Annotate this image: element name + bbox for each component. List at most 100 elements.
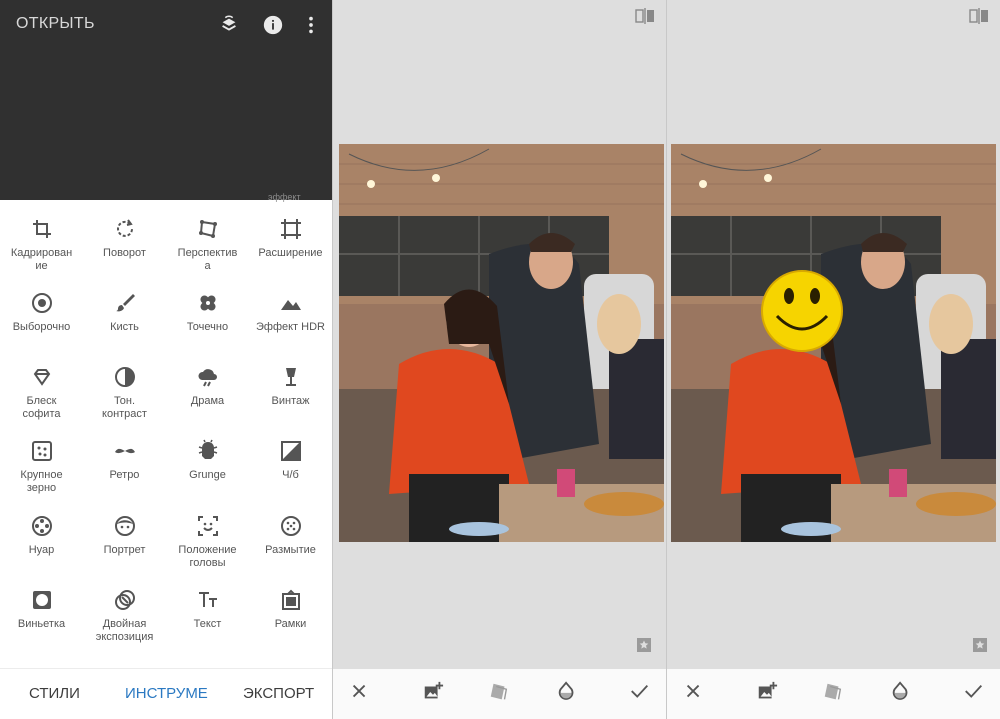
tool-item[interactable]: Кисть — [83, 278, 166, 348]
tools-panel: ОТКРЫТЬ эффект Кадрирован ие Поворот Персп… — [0, 0, 332, 719]
brush-icon — [83, 291, 166, 315]
tool-item[interactable]: Портрет — [83, 501, 166, 571]
droplet-icon[interactable] — [890, 681, 912, 703]
selective-icon — [0, 291, 83, 315]
close-icon[interactable] — [349, 681, 371, 703]
tool-label: Размытие — [265, 544, 316, 556]
tool-item[interactable]: Двойная экспозиция — [83, 575, 166, 645]
tool-label: Перспектив а — [177, 247, 238, 272]
tool-item[interactable]: Винтаж — [249, 352, 332, 422]
more-vert-icon[interactable] — [300, 14, 322, 36]
tool-item[interactable]: Рамки — [249, 575, 332, 645]
compare-icon[interactable] — [969, 8, 989, 24]
tool-item[interactable]: Выборочно — [0, 278, 83, 348]
bookmark-star-icon[interactable] — [972, 637, 988, 653]
tool-item[interactable]: Тон. контраст — [83, 352, 166, 422]
bottom-navigation: СТИЛИ ИНСТРУМЕ ЭКСПОРТ — [0, 668, 332, 719]
tool-label: Портрет — [103, 544, 146, 556]
tool-label: Grunge — [189, 469, 226, 481]
tool-item[interactable]: Перспектив а — [166, 204, 249, 274]
tool-label: Положение головы — [178, 544, 237, 569]
tool-label: Ч/б — [282, 469, 299, 481]
editor-panel-original — [333, 0, 666, 719]
tool-item[interactable]: Драма — [166, 352, 249, 422]
tool-item[interactable]: Блеск софита — [0, 352, 83, 422]
head-pose-icon — [166, 514, 249, 538]
black-white-icon — [249, 439, 332, 463]
tool-label: Крупное зерно — [20, 469, 63, 494]
expand-icon — [249, 217, 332, 241]
check-icon[interactable] — [629, 681, 651, 703]
app-header: ОТКРЫТЬ — [0, 0, 332, 200]
healing-icon — [166, 291, 249, 315]
crop-icon — [0, 217, 83, 241]
tool-label: Винтаж — [271, 395, 310, 407]
perspective-icon — [166, 217, 249, 241]
tonal-contrast-icon — [83, 365, 166, 389]
tab-tools[interactable]: ИНСТРУМЕ — [125, 685, 208, 702]
compare-icon[interactable] — [635, 8, 655, 24]
tool-label: Тон. контраст — [102, 395, 147, 420]
tool-label: Точечно — [186, 321, 229, 333]
tool-item[interactable]: Крупное зерно — [0, 426, 83, 496]
editor-panel-edited — [667, 0, 1000, 719]
tool-item[interactable]: Нуар — [0, 501, 83, 571]
open-button[interactable]: ОТКРЫТЬ — [16, 15, 95, 33]
tool-label: Виньетка — [17, 618, 66, 630]
tool-label: Расширение — [258, 247, 323, 259]
editor-toolbar — [667, 669, 1000, 719]
add-image-icon[interactable] — [422, 681, 444, 703]
add-image-icon[interactable] — [756, 681, 778, 703]
tool-item[interactable]: Виньетка — [0, 575, 83, 645]
tool-label: Поворот — [103, 247, 146, 259]
double-exposure-icon — [83, 588, 166, 612]
check-icon[interactable] — [963, 681, 985, 703]
tab-export[interactable]: ЭКСПОРТ — [243, 685, 314, 702]
tool-item[interactable]: Ч/б — [249, 426, 332, 496]
tool-item[interactable]: Ретро — [83, 426, 166, 496]
vignette-icon — [0, 588, 83, 612]
tool-label: Эффект HDR — [256, 321, 325, 333]
tool-item[interactable]: Положение головы — [166, 501, 249, 571]
layers-icon[interactable] — [822, 681, 844, 703]
peek-label: эффект — [268, 192, 301, 202]
bookmark-star-icon[interactable] — [636, 637, 652, 653]
tool-label: Двойная экспозиция — [95, 618, 154, 643]
text-icon — [166, 588, 249, 612]
editor-toolbar — [333, 669, 666, 719]
droplet-icon[interactable] — [556, 681, 578, 703]
tool-label: Кадрирован ие — [10, 247, 73, 272]
rotate-icon — [83, 217, 166, 241]
tool-label: Текст — [193, 618, 222, 630]
tool-item[interactable]: Текст — [166, 575, 249, 645]
tool-label: Блеск софита — [22, 395, 61, 420]
glamour-glow-icon — [0, 365, 83, 389]
tool-label: Кисть — [110, 321, 139, 333]
tool-item[interactable]: Расширение — [249, 204, 332, 274]
tool-label: Рамки — [274, 618, 307, 630]
close-icon[interactable] — [683, 681, 705, 703]
layers-stack-icon[interactable] — [218, 14, 240, 36]
retrolux-icon — [83, 439, 166, 463]
photo-edited — [671, 144, 996, 542]
tool-item[interactable]: Поворот — [83, 204, 166, 274]
tool-item[interactable]: Размытие — [249, 501, 332, 571]
tool-item[interactable]: Grunge — [166, 426, 249, 496]
tool-item[interactable]: Кадрирован ие — [0, 204, 83, 274]
grainy-film-icon — [0, 439, 83, 463]
tool-item[interactable]: Эффект HDR — [249, 278, 332, 348]
info-icon[interactable] — [262, 14, 284, 36]
grunge-icon — [166, 439, 249, 463]
tool-item[interactable]: Точечно — [166, 278, 249, 348]
smiley-sticker — [761, 270, 843, 352]
tool-label: Нуар — [28, 544, 55, 556]
photo-original — [339, 144, 664, 542]
frames-icon — [249, 588, 332, 612]
tab-styles[interactable]: СТИЛИ — [29, 685, 80, 702]
vintage-icon — [249, 365, 332, 389]
noir-icon — [0, 514, 83, 538]
drama-icon — [166, 365, 249, 389]
layers-icon[interactable] — [488, 681, 510, 703]
lens-blur-icon — [249, 514, 332, 538]
tool-label: Ретро — [109, 469, 140, 481]
